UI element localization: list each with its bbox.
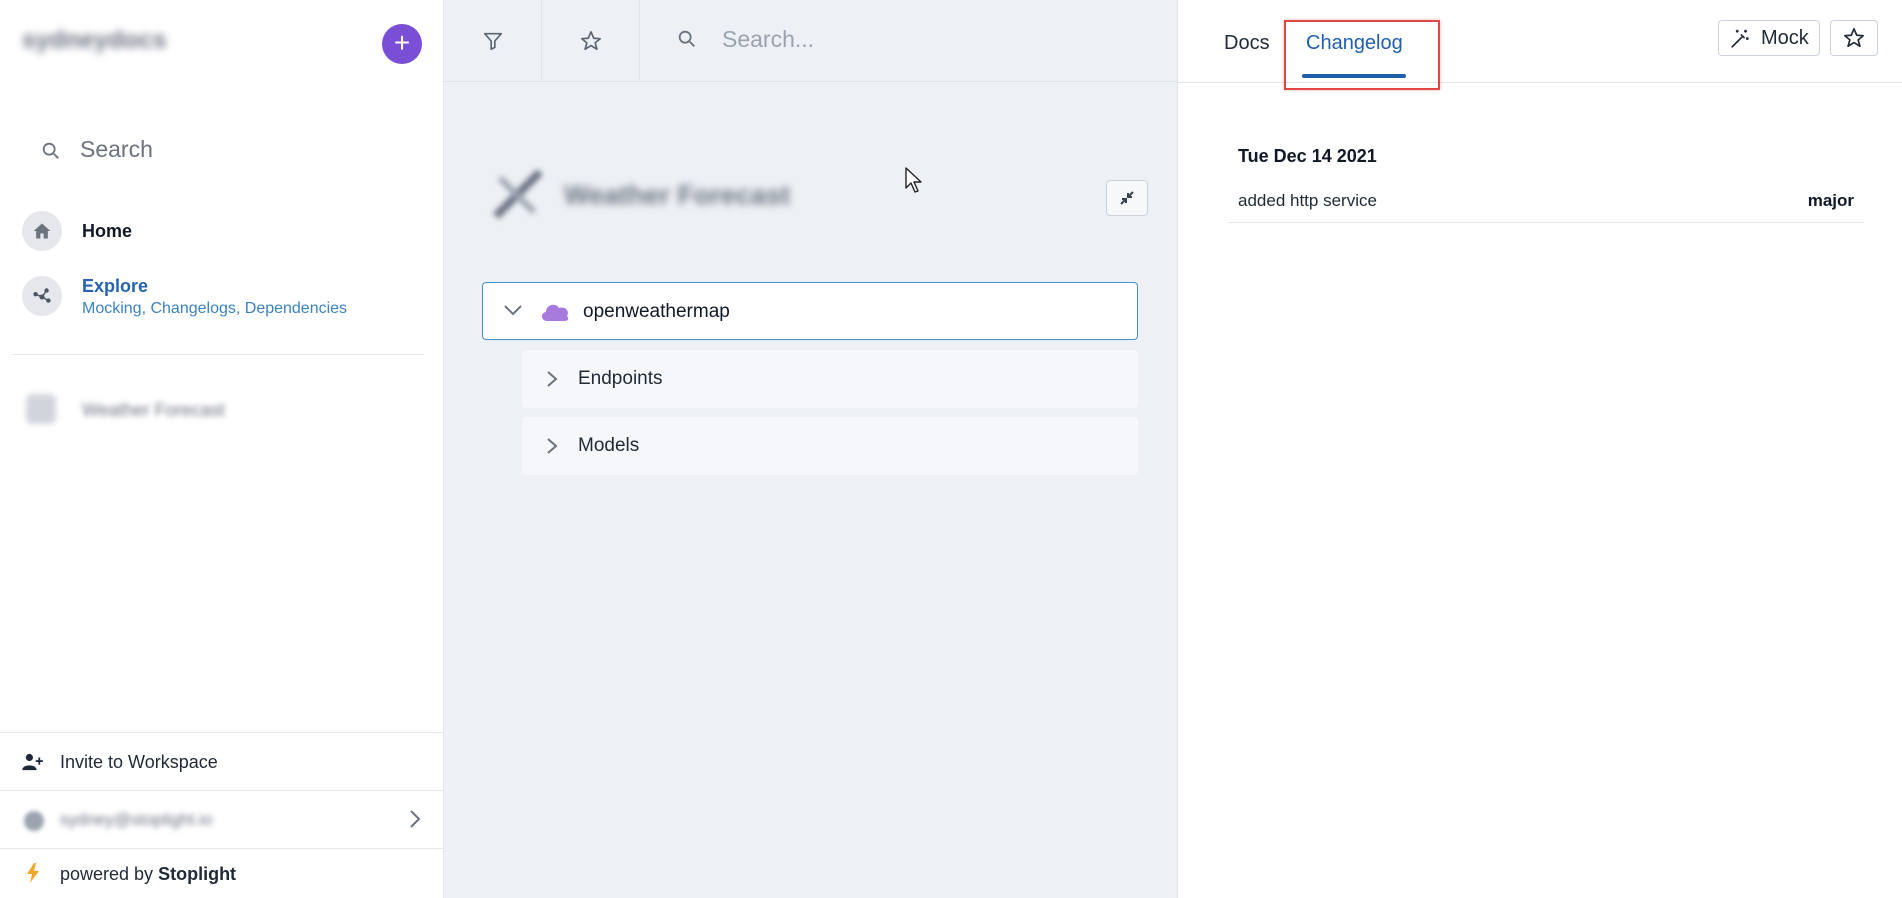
home-icon <box>22 211 62 251</box>
favorites-button[interactable] <box>542 0 640 82</box>
tree-search-input[interactable]: Search... <box>640 0 1178 82</box>
search-icon <box>678 30 695 47</box>
powered-brand: Stoplight <box>158 864 237 884</box>
collapse-button[interactable] <box>1106 180 1148 216</box>
search-icon <box>42 142 59 159</box>
changelog-entry: added http service major <box>1228 180 1864 223</box>
cloud-icon <box>541 304 569 321</box>
chevron-right-icon <box>410 810 421 828</box>
tree-toolbar: Search... <box>444 0 1178 82</box>
workspace-name[interactable]: sydneydocs <box>22 26 167 55</box>
tab-docs[interactable]: Docs <box>1224 32 1270 55</box>
sidebar-item-label: Home <box>82 221 133 241</box>
project-icon <box>26 394 56 424</box>
project-title: Weather Forecast <box>564 180 791 210</box>
filter-button[interactable] <box>444 0 542 82</box>
sidebar: sydneydocs + Search Home Explore Mocking… <box>0 0 444 898</box>
changelog-date: Tue Dec 14 2021 <box>1238 146 1377 166</box>
invite-to-workspace[interactable]: Invite to Workspace <box>0 732 444 790</box>
tree-item-models[interactable]: Models <box>522 417 1138 475</box>
filter-icon <box>483 32 502 51</box>
avatar <box>24 811 44 831</box>
powered-label: powered by Stoplight <box>60 864 236 885</box>
project-tree-panel: Search... Weather Forecast openweatherma… <box>444 0 1178 898</box>
user-email: sydney@stoplight.io <box>60 810 213 829</box>
workspace-header: sydneydocs + <box>22 24 422 64</box>
bolt-icon <box>27 863 39 883</box>
sidebar-item-sublabel: Mocking, Changelogs, Dependencies <box>82 300 348 317</box>
detail-tabs: Docs Changelog Mock <box>1178 0 1902 90</box>
explore-icon <box>22 276 62 316</box>
user-plus-icon <box>22 753 43 771</box>
magic-wand-icon <box>1731 29 1749 48</box>
sidebar-project-item[interactable]: Weather Forecast <box>22 392 422 428</box>
invite-label: Invite to Workspace <box>60 752 218 772</box>
tree-item-openweathermap[interactable]: openweathermap <box>482 282 1138 340</box>
mock-button[interactable]: Mock <box>1718 20 1820 56</box>
sidebar-divider <box>12 354 424 355</box>
star-button[interactable] <box>1830 20 1878 56</box>
sidebar-item-label: Explore <box>82 276 149 296</box>
star-icon <box>1844 28 1864 48</box>
cursor-icon <box>905 167 922 193</box>
highlight-box <box>1284 20 1440 90</box>
mock-label: Mock <box>1761 27 1809 49</box>
sidebar-item-home[interactable]: Home <box>22 211 422 251</box>
star-icon <box>580 31 601 51</box>
plus-icon: + <box>393 27 411 58</box>
sidebar-search-label: Search <box>80 136 153 162</box>
changelog-description: added http service <box>1238 191 1377 210</box>
collapse-icon <box>1120 191 1134 205</box>
tree-item-label: Models <box>578 435 640 456</box>
project-icon <box>493 169 543 219</box>
add-button[interactable]: + <box>382 24 422 64</box>
sidebar-search[interactable]: Search <box>40 134 420 166</box>
powered-by[interactable]: powered by Stoplight <box>0 848 444 898</box>
user-menu[interactable]: sydney@stoplight.io <box>0 790 444 848</box>
tree-item-label: Endpoints <box>578 368 663 389</box>
chevron-down-icon <box>504 305 522 316</box>
project-header: Weather Forecast <box>488 164 1148 228</box>
sidebar-item-explore[interactable]: Explore Mocking, Changelogs, Dependencie… <box>22 276 422 326</box>
tree-search-placeholder: Search... <box>722 26 815 52</box>
tree-item-label: openweathermap <box>583 301 730 322</box>
sidebar-project-label: Weather Forecast <box>82 400 225 420</box>
changelog-level: major <box>1807 191 1854 210</box>
chevron-right-icon <box>547 371 558 387</box>
powered-prefix: powered by <box>60 864 154 884</box>
detail-panel: Docs Changelog Mock Tue Dec 14 2021 adde… <box>1178 0 1902 898</box>
tree-item-endpoints[interactable]: Endpoints <box>522 350 1138 408</box>
chevron-right-icon <box>547 438 558 454</box>
